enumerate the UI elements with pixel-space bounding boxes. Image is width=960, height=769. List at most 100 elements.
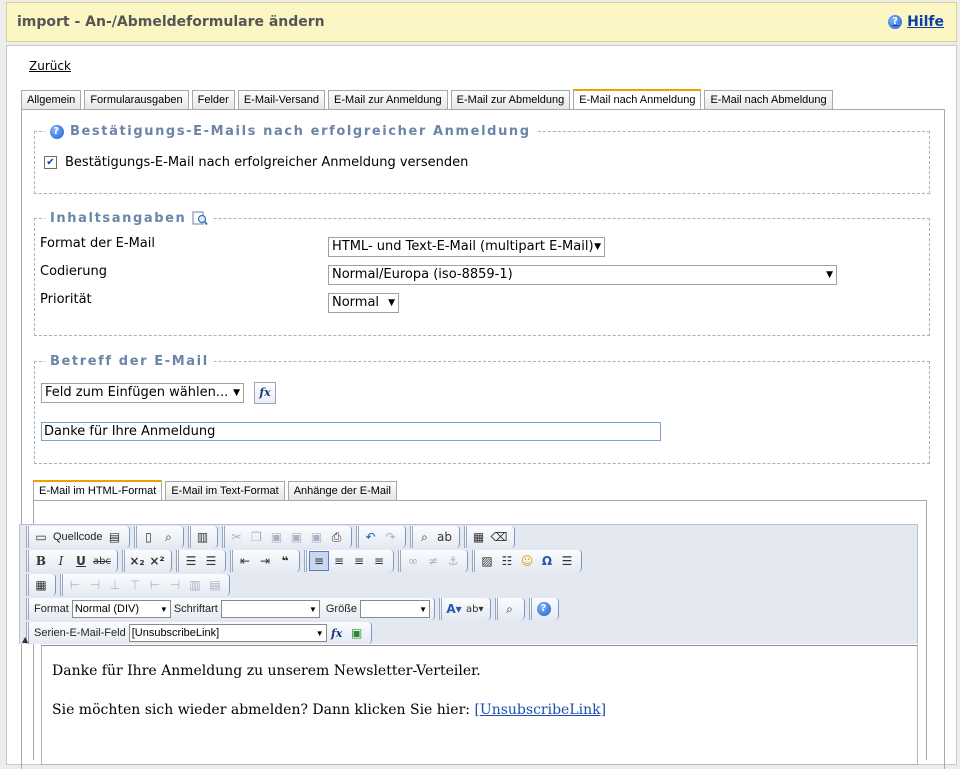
tab-text-format[interactable]: E-Mail im Text-Format [165, 481, 285, 500]
source-button[interactable]: Quellcode [51, 527, 105, 547]
tab-felder[interactable]: Felder [191, 90, 235, 109]
encoding-select[interactable]: Normal/Europa (iso-8859-1) ▼ [328, 265, 837, 285]
bg-color-icon[interactable]: ab▾ [464, 599, 486, 619]
underline-icon[interactable]: U [71, 551, 91, 571]
tab-email-versand[interactable]: E-Mail-Versand [237, 90, 326, 109]
insert-field-icon[interactable]: ▣ [347, 623, 367, 643]
chevron-down-icon: ▼ [233, 388, 240, 398]
tab-email-zur-anmeldung[interactable]: E-Mail zur Anmeldung [328, 90, 448, 109]
toolbar-group-links: ∞ ≠ ⚓ [397, 550, 468, 572]
priority-select[interactable]: Normal ▼ [328, 293, 399, 313]
document-icon[interactable]: ▥ [193, 527, 213, 547]
collapse-toolbar-icon[interactable]: ▲ [22, 635, 28, 644]
toolbar-group-merge: Serien-E-Mail-Feld [UnsubscribeLink] ▼ f… [26, 622, 372, 644]
unlink-icon[interactable]: ≠ [423, 551, 443, 571]
tab-attachments[interactable]: Anhänge der E-Mail [287, 481, 397, 500]
superscript-icon[interactable]: ×² [147, 551, 167, 571]
tab-email-nach-anmeldung[interactable]: E-Mail nach Anmeldung [573, 89, 702, 109]
replace-icon[interactable]: ab [435, 527, 455, 547]
align-left-icon[interactable]: ≡ [308, 551, 329, 571]
select-all-icon[interactable]: ▦ [469, 527, 489, 547]
subject-section: Betreff der E-Mail Feld zum Einfügen wäh… [34, 354, 930, 464]
confirm-legend-text: Bestätigungs-E-Mails nach erfolgreicher … [70, 124, 531, 139]
insert-cell-icon[interactable]: ⊢ [145, 575, 165, 595]
eraser-icon[interactable]: ⌫ [489, 527, 510, 547]
special-char-icon[interactable]: Ω [537, 551, 557, 571]
text-color-icon[interactable]: A▾ [444, 599, 464, 619]
delete-row-icon[interactable]: ⊣ [85, 575, 105, 595]
format-combo[interactable]: Normal (DIV) ▼ [71, 600, 171, 618]
paste-word-icon[interactable]: ▣ [307, 527, 327, 547]
format-select[interactable]: HTML- und Text-E-Mail (multipart E-Mail)… [328, 237, 605, 257]
toolbar-group-select: ▦ ⌫ [463, 526, 515, 548]
about-icon[interactable]: ? [534, 599, 554, 619]
table-icon[interactable]: ▦ [31, 575, 51, 595]
image-icon[interactable]: ▨ [477, 551, 497, 571]
undo-icon[interactable]: ↶ [361, 527, 381, 547]
tab-email-nach-abmeldung[interactable]: E-Mail nach Abmeldung [704, 90, 833, 109]
chevron-down-icon: ▼ [315, 629, 324, 638]
cut-icon[interactable]: ✂ [227, 527, 247, 547]
delete-column-icon[interactable]: ⊤ [125, 575, 145, 595]
merge-field-select[interactable]: [UnsubscribeLink] ▼ [128, 624, 327, 642]
subscript-icon[interactable]: ×₂ [127, 551, 147, 571]
fx-button[interactable]: fx [254, 382, 276, 404]
outdent-icon[interactable]: ⇤ [235, 551, 255, 571]
chevron-down-icon: ▼ [419, 605, 428, 614]
align-justify-icon[interactable]: ≡ [369, 551, 389, 571]
toolbar-group-script: ×₂ ×² [121, 550, 172, 572]
insert-field-select[interactable]: Feld zum Einfügen wählen... ▼ [41, 383, 244, 403]
show-blocks-icon[interactable]: ⌕ [500, 599, 520, 619]
format-select-value: HTML- und Text-E-Mail (multipart E-Mail) [332, 239, 594, 254]
blockquote-icon[interactable]: ❝ [275, 551, 295, 571]
paste-icon[interactable]: ▣ [267, 527, 287, 547]
help-link[interactable]: ? Hilfe [888, 14, 944, 30]
confirm-legend: ? Bestätigungs-E-Mails nach erfolgreiche… [45, 124, 536, 139]
title-bar: import - An-/Abmeldeformulare ändern ? H… [6, 2, 957, 42]
delete-cell-icon[interactable]: ⊣ [165, 575, 185, 595]
preview-icon[interactable]: ⌕ [159, 527, 179, 547]
anchor-icon[interactable]: ⚓ [443, 551, 463, 571]
unsubscribe-link[interactable]: [UnsubscribeLink] [474, 702, 606, 718]
find-icon[interactable]: ⌕ [415, 527, 435, 547]
tab-allgemein[interactable]: Allgemein [21, 90, 82, 109]
tab-html-format[interactable]: E-Mail im HTML-Format [33, 480, 163, 500]
bold-icon[interactable]: B [31, 551, 51, 571]
strike-icon[interactable]: abc [91, 551, 113, 571]
indent-icon[interactable]: ⇥ [255, 551, 275, 571]
italic-icon[interactable]: I [51, 551, 71, 571]
tab-formularausgaben[interactable]: Formularausgaben [84, 90, 189, 109]
subject-input[interactable]: Danke für Ihre Anmeldung [41, 422, 661, 441]
redo-icon[interactable]: ↷ [381, 527, 401, 547]
copy-icon[interactable]: ❐ [247, 527, 267, 547]
page-break-icon[interactable]: ☰ [557, 551, 577, 571]
toolbar-group-table: ▦ [26, 574, 56, 596]
insert-column-icon[interactable]: ⊥ [105, 575, 125, 595]
source-icon[interactable]: ▭ [31, 527, 51, 547]
print-icon[interactable]: ⎙ [327, 527, 347, 547]
split-cell-icon[interactable]: ▤ [205, 575, 225, 595]
align-right-icon[interactable]: ≡ [349, 551, 369, 571]
size-combo[interactable]: ▼ [360, 600, 431, 618]
fx-insert-button[interactable]: fx [327, 623, 347, 643]
merge-cells-icon[interactable]: ▥ [185, 575, 205, 595]
preview-icon[interactable] [192, 210, 209, 226]
horizontal-rule-icon[interactable]: ☷ [497, 551, 517, 571]
align-center-icon[interactable]: ≡ [329, 551, 349, 571]
toolbar-group-lists: ☰ ☰ [175, 550, 226, 572]
link-icon[interactable]: ∞ [403, 551, 423, 571]
numbered-list-icon[interactable]: ☰ [181, 551, 201, 571]
smiley-icon[interactable]: ☺ [517, 551, 537, 571]
new-page-icon[interactable]: ▯ [139, 527, 159, 547]
insert-row-icon[interactable]: ⊢ [65, 575, 85, 595]
confirm-checkbox[interactable]: ✔ [44, 156, 57, 169]
editor-content[interactable]: Danke für Ihre Anmeldung zu unserem News… [41, 645, 918, 765]
font-combo[interactable]: ▼ [220, 600, 320, 618]
back-link[interactable]: Zurück [29, 59, 71, 73]
tab-email-zur-abmeldung[interactable]: E-Mail zur Abmeldung [450, 90, 571, 109]
bulleted-list-icon[interactable]: ☰ [201, 551, 221, 571]
size-combo-label: Größe [325, 603, 358, 615]
question-icon[interactable]: ? [50, 124, 64, 139]
templates-icon[interactable]: ▤ [105, 527, 125, 547]
paste-text-icon[interactable]: ▣ [287, 527, 307, 547]
